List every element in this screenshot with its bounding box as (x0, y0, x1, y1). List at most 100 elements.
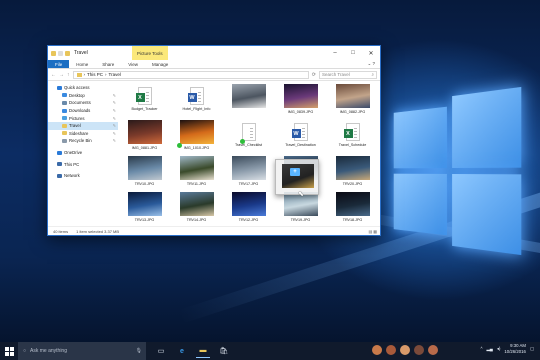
store-icon[interactable]: 🛍 (217, 344, 231, 358)
refresh-icon[interactable]: ⟳ (312, 72, 316, 78)
maximize-button[interactable]: □ (344, 46, 362, 60)
sidebar-item[interactable]: Desktop ✎ (48, 92, 118, 100)
file-item[interactable]: TRV12.JPG (225, 192, 272, 226)
file-item[interactable]: TRV10.JPG (121, 156, 168, 190)
file-explorer-icon[interactable]: ▬ (196, 344, 210, 358)
clock[interactable]: 9:30 AM 10/26/2016 (504, 343, 526, 354)
sidebar-item[interactable]: Recycle Bin ✎ (48, 137, 118, 145)
edge-icon[interactable]: e (175, 344, 189, 358)
file-item[interactable]: IMG_0881.JPG (121, 120, 168, 154)
file-name: TRV13.JPG (134, 218, 155, 222)
contact-avatar[interactable] (428, 345, 438, 355)
sidebar-item[interactable]: Network (48, 172, 118, 180)
file-item[interactable]: IMG_0882.JPG (329, 84, 376, 118)
help-icon[interactable]: ⌄ ? (362, 60, 380, 68)
sidebar-item-label: This PC (64, 161, 80, 167)
forward-icon[interactable]: → (59, 72, 64, 78)
file-item[interactable]: TRV14.JPG (173, 192, 220, 226)
windows-icon (4, 346, 14, 356)
photo-thumbnail (127, 120, 162, 144)
file-item[interactable]: IMG_0839.JPG (277, 84, 324, 118)
photo-thumbnail (179, 192, 214, 216)
pin-icon: ✎ (112, 130, 116, 136)
file-item[interactable] (225, 84, 272, 118)
sidebar-item[interactable]: Pictures ✎ (48, 114, 118, 122)
action-center-icon[interactable]: ▢ (530, 346, 534, 352)
microphone-icon[interactable]: 🎙 (136, 348, 146, 354)
minimize-button[interactable]: – (326, 46, 344, 60)
file-item[interactable]: TRV17.JPG (225, 156, 272, 190)
view-toggle-icons[interactable]: ▤▦ (368, 229, 380, 234)
file-name: TRV14.JPG (186, 218, 207, 222)
search-icon: ⌕ (371, 72, 374, 77)
file-name: TRV10.JPG (134, 182, 155, 186)
file-item[interactable]: TRV18.JPG (329, 192, 376, 226)
quick-access-toolbar[interactable] (51, 50, 70, 56)
cortana-search-input[interactable]: Ask me anything (30, 348, 67, 354)
photo-thumbnail (335, 156, 370, 180)
pin-icon: ✎ (112, 115, 116, 121)
folder-icon (51, 50, 56, 56)
file-item[interactable]: TRV11.JPG (173, 156, 220, 190)
file-item[interactable]: W Travel_Destination (277, 120, 324, 154)
breadcrumb[interactable]: › This PC › Travel (72, 70, 309, 79)
cortana-search-box[interactable]: ○ Ask me anything 🎙 (18, 342, 146, 360)
tab-home[interactable]: Home (69, 60, 95, 68)
breadcrumb-travel[interactable]: Travel (109, 72, 121, 77)
search-input[interactable]: Search Travel (322, 72, 350, 77)
file-item[interactable]: Travel_Checklist (225, 120, 272, 154)
file-item[interactable]: W Hotel_Flight_Info (173, 84, 220, 118)
file-item[interactable]: TRV13.JPG (121, 192, 168, 226)
folder-icon (62, 123, 67, 128)
file-name: TRV20.JPG (342, 182, 363, 186)
back-icon[interactable]: ← (51, 72, 56, 78)
file-explorer-window[interactable]: Travel Picture Tools – □ ✕ File Home Sha… (47, 45, 381, 236)
item-count: 40 items (53, 229, 69, 234)
tab-share[interactable]: Share (95, 60, 121, 68)
volume-icon[interactable]: ◂) (497, 346, 501, 352)
file-item[interactable]: X Budget_Tracker (121, 84, 168, 118)
close-button[interactable]: ✕ (362, 46, 380, 60)
tab-view[interactable]: View (121, 60, 145, 68)
sidebar-item[interactable]: Sideshare ✎ (48, 130, 118, 138)
properties-icon[interactable] (58, 50, 63, 56)
photo-thumbnail (179, 156, 214, 180)
drag-preview: + ⬉ (275, 159, 319, 198)
pin-icon: ✎ (112, 138, 116, 144)
sidebar-item[interactable]: This PC (48, 160, 118, 168)
network-icon[interactable]: ▂▄ (486, 346, 492, 352)
onedrive-icon (57, 150, 62, 155)
sidebar-item[interactable]: Quick access (48, 84, 118, 92)
context-tab-picture-tools[interactable]: Picture Tools (132, 46, 168, 60)
photo-thumbnail (176, 120, 214, 148)
sidebar-item[interactable]: Documents ✎ (48, 99, 118, 107)
contact-avatar[interactable] (372, 345, 382, 355)
sidebar-item[interactable]: OneDrive (48, 149, 118, 157)
file-name: TRV18.JPG (342, 218, 363, 222)
title-bar[interactable]: Travel Picture Tools – □ ✕ (48, 46, 380, 60)
photo-thumbnail (231, 192, 266, 216)
file-item[interactable]: TRV20.JPG (329, 156, 376, 190)
sidebar-item[interactable]: Travel ✎ (48, 121, 118, 130)
new-folder-icon[interactable] (65, 50, 70, 56)
contact-avatar[interactable] (414, 345, 424, 355)
sidebar-item-label: OneDrive (64, 150, 83, 156)
file-name: IMG_0882.JPG (339, 110, 366, 114)
breadcrumb-this-pc[interactable]: This PC (87, 72, 103, 77)
chevron-up-icon[interactable]: ^ (480, 346, 482, 351)
star-icon (57, 85, 62, 90)
desktop-icon (62, 93, 67, 98)
contact-avatar[interactable] (400, 345, 410, 355)
file-item[interactable]: IMG_1010.JPG (173, 120, 220, 154)
sidebar-item-label: Pictures (69, 115, 85, 121)
contact-avatar[interactable] (386, 345, 396, 355)
tab-manage[interactable]: Manage (145, 60, 175, 68)
sidebar-item[interactable]: Downloads ✎ (48, 107, 118, 115)
file-item[interactable]: X Travel_Schedule (329, 120, 376, 154)
search-box[interactable]: Search Travel ⌕ (319, 70, 377, 79)
tab-file[interactable]: File (48, 60, 70, 68)
task-view-icon[interactable]: ▭ (154, 344, 168, 358)
up-icon[interactable]: ↑ (67, 72, 70, 78)
start-button[interactable] (0, 342, 18, 360)
ribbon-tabs: File Home Share View Manage ⌄ ? (48, 60, 380, 69)
